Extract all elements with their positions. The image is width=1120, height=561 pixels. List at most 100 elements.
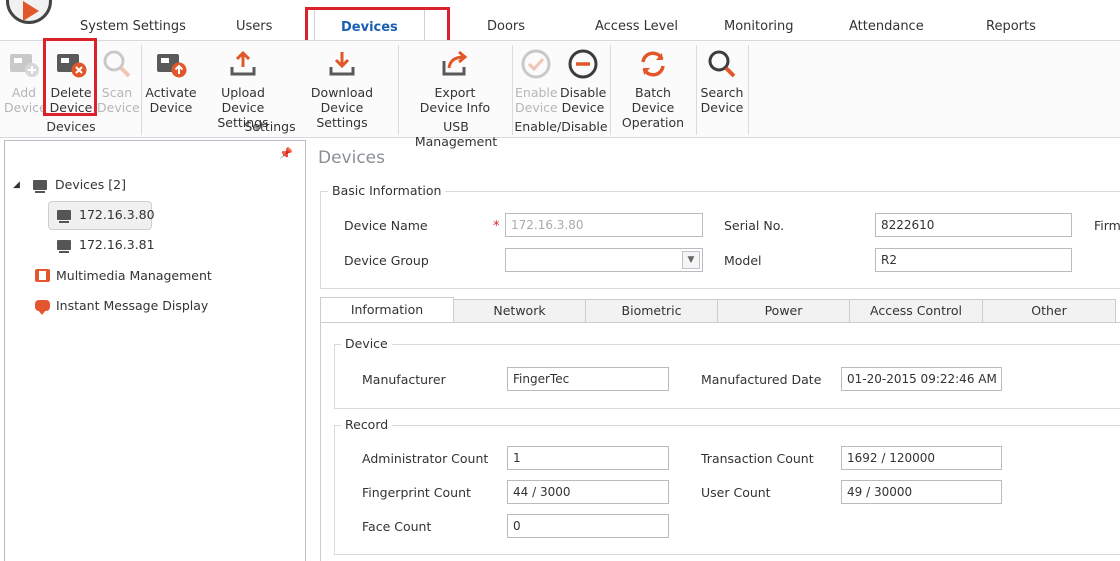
group-enable-disable-label: Enable/Disable xyxy=(514,119,608,134)
delete-device-label-2: Device xyxy=(49,100,93,115)
administrator-count-field[interactable]: 1 xyxy=(507,446,669,470)
batch-operation-label-1: Batch Device xyxy=(631,85,675,115)
upload-settings-button[interactable]: Upload Device Settings xyxy=(200,47,286,130)
export-device-info-button[interactable]: Export Device Info xyxy=(402,47,508,115)
device-name-label: Device Name xyxy=(344,218,428,233)
download-settings-button[interactable]: Download Device Settings xyxy=(290,47,394,130)
tree-item-multimedia[interactable]: Multimedia Management xyxy=(35,268,212,283)
refresh-icon xyxy=(641,51,665,77)
tree-multimedia-label: Multimedia Management xyxy=(56,268,212,283)
tab-attendance[interactable]: Attendance xyxy=(849,19,924,34)
serial-no-field[interactable]: 8222610 xyxy=(875,213,1072,237)
export-label-2: Device Info xyxy=(419,100,491,115)
activate-device-label-2: Device xyxy=(149,100,193,115)
collapse-caret-icon[interactable]: ◢ xyxy=(13,180,23,190)
group-settings-label: Settings xyxy=(244,119,296,134)
serial-no-label: Serial No. xyxy=(724,218,785,233)
add-device-icon xyxy=(10,54,39,77)
search-device-label-2: Device xyxy=(700,100,744,115)
disable-device-label-2: Device xyxy=(561,100,605,115)
basic-information-legend: Basic Information xyxy=(328,183,446,198)
activate-device-button[interactable]: Activate Device xyxy=(145,47,197,115)
device-name-field[interactable]: 172.16.3.80 xyxy=(505,213,703,237)
search-device-button[interactable]: Search Device xyxy=(699,47,745,115)
face-count-field[interactable]: 0 xyxy=(507,514,669,538)
batch-device-operation-button[interactable]: Batch Device Operation xyxy=(614,47,692,130)
tab-information[interactable]: Information xyxy=(320,297,454,324)
device-group-label: Device Group xyxy=(344,253,429,268)
tab-users[interactable]: Users xyxy=(236,19,272,34)
tab-other[interactable]: Other xyxy=(982,299,1116,323)
ribbon-toolbar: Add Device Delete Device Scan Device Dev… xyxy=(0,40,1120,149)
device-icon xyxy=(57,239,71,253)
administrator-count-label: Administrator Count xyxy=(362,451,489,466)
tab-network[interactable]: Network xyxy=(453,299,586,323)
check-circle-icon xyxy=(521,49,551,79)
tree-item-device-2[interactable]: 172.16.3.81 xyxy=(57,237,155,253)
face-count-label: Face Count xyxy=(362,519,432,534)
device-icon xyxy=(57,209,71,223)
tab-access-control[interactable]: Access Control xyxy=(849,299,983,323)
tab-system-settings[interactable]: System Settings xyxy=(80,19,186,34)
upload-icon xyxy=(230,50,256,76)
model-label: Model xyxy=(724,253,762,268)
message-icon xyxy=(35,300,50,315)
device-section-legend: Device xyxy=(341,336,392,351)
record-section-legend: Record xyxy=(341,417,393,432)
model-field[interactable]: R2 xyxy=(875,248,1072,272)
activate-device-label-1: Activate xyxy=(145,85,197,100)
tab-biometric[interactable]: Biometric xyxy=(585,299,718,323)
device-group-select[interactable]: ▼ xyxy=(505,248,703,272)
detail-tabs: Network Biometric Power Access Control O… xyxy=(320,297,1120,324)
export-label-1: Export xyxy=(434,85,476,100)
chevron-down-icon[interactable]: ▼ xyxy=(682,251,700,269)
transaction-count-field[interactable]: 1692 / 120000 xyxy=(841,446,1002,470)
add-device-label-1: Add xyxy=(11,85,37,100)
manufactured-date-field[interactable]: 01-20-2015 09:22:46 AM xyxy=(841,367,1002,391)
enable-device-button[interactable]: Enable Device xyxy=(515,47,558,115)
enable-device-label-1: Enable xyxy=(515,85,558,100)
tab-doors[interactable]: Doors xyxy=(487,19,525,34)
required-marker: * xyxy=(493,219,500,234)
scan-device-button[interactable]: Scan Device xyxy=(97,47,140,115)
fingerprint-count-label: Fingerprint Count xyxy=(362,485,471,500)
ribbon-separator xyxy=(696,45,697,135)
tab-devices[interactable]: Devices xyxy=(314,8,425,41)
add-device-button[interactable]: Add Device xyxy=(4,47,47,115)
tree-instant-message-label: Instant Message Display xyxy=(56,298,209,313)
tab-power[interactable]: Power xyxy=(717,299,850,323)
tree-device-1-label: 172.16.3.80 xyxy=(79,207,155,222)
tree-item-device-1[interactable]: 172.16.3.80 xyxy=(57,207,155,223)
activate-device-icon xyxy=(157,54,187,78)
export-icon xyxy=(442,50,468,76)
tree-item-instant-message[interactable]: Instant Message Display xyxy=(35,298,209,315)
pin-icon[interactable]: 📌 xyxy=(279,147,293,160)
device-icon xyxy=(33,179,47,193)
ribbon-separator xyxy=(748,45,749,135)
tab-reports[interactable]: Reports xyxy=(986,19,1036,34)
search-icon xyxy=(708,50,736,78)
basic-information-section xyxy=(320,191,1120,289)
delete-device-button[interactable]: Delete Device xyxy=(48,47,94,115)
manufacturer-field[interactable]: FingerTec xyxy=(507,367,669,391)
add-device-label-2: Device xyxy=(4,100,47,115)
upload-settings-label-1: Upload Device xyxy=(221,85,265,115)
firmware-label: Firm xyxy=(1094,218,1120,233)
page-title: Devices xyxy=(318,148,385,168)
user-count-field[interactable]: 49 / 30000 xyxy=(841,480,1002,504)
manufacturer-label: Manufacturer xyxy=(362,372,446,387)
ribbon-separator xyxy=(512,45,513,135)
enable-device-label-2: Device xyxy=(515,100,558,115)
transaction-count-label: Transaction Count xyxy=(701,451,814,466)
batch-operation-label-2: Operation xyxy=(621,115,685,130)
tab-monitoring[interactable]: Monitoring xyxy=(724,19,794,34)
device-tree-panel: 📌 ◢ Devices [2] 172.16.3.80 172.16.3.81 … xyxy=(4,140,306,561)
ribbon-separator xyxy=(398,45,399,135)
user-count-label: User Count xyxy=(701,485,771,500)
fingerprint-count-field[interactable]: 44 / 3000 xyxy=(507,480,669,504)
tab-access-level[interactable]: Access Level xyxy=(595,19,678,34)
disable-device-button[interactable]: Disable Device xyxy=(560,47,606,115)
delete-device-label-1: Delete xyxy=(50,85,92,100)
tree-item-devices-root[interactable]: ◢ Devices [2] xyxy=(13,177,126,193)
scan-device-label-2: Device xyxy=(97,100,140,115)
